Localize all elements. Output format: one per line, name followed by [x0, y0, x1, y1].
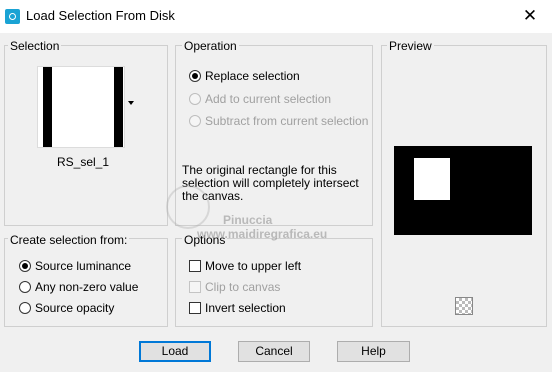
- app-icon: [5, 9, 20, 24]
- info-line-3: the canvas.: [182, 189, 244, 203]
- title-bar: Load Selection From Disk ✕: [0, 0, 552, 33]
- selection-thumbnail[interactable]: [37, 66, 125, 148]
- invert-selection-checkbox[interactable]: [189, 302, 201, 314]
- selection-thumb-left-bar: [43, 67, 52, 147]
- operation-info-text: The original rectangle for this selectio…: [182, 164, 367, 203]
- window-title: Load Selection From Disk: [26, 8, 175, 23]
- load-button[interactable]: Load: [139, 341, 211, 362]
- preview-group-label: Preview: [387, 39, 434, 53]
- replace-selection-label[interactable]: Replace selection: [205, 69, 300, 83]
- preview-selection-rect: [414, 158, 450, 200]
- selection-thumb-right-bar: [114, 67, 123, 147]
- watermark-line-2: www.maidiregrafica.eu: [197, 227, 328, 241]
- selection-name: RS_sel_1: [56, 155, 110, 169]
- source-luminance-radio[interactable]: [19, 260, 31, 272]
- clip-to-canvas-checkbox[interactable]: [189, 281, 201, 293]
- close-button[interactable]: ✕: [508, 0, 552, 33]
- any-nonzero-label[interactable]: Any non-zero value: [35, 280, 138, 294]
- operation-group-label: Operation: [182, 39, 239, 53]
- watermark: Pinuccia www.maidiregrafica.eu: [197, 213, 327, 241]
- clip-to-canvas-label[interactable]: Clip to canvas: [205, 280, 280, 294]
- add-to-selection-label[interactable]: Add to current selection: [205, 92, 331, 106]
- source-opacity-radio[interactable]: [19, 302, 31, 314]
- invert-selection-label[interactable]: Invert selection: [205, 301, 286, 315]
- add-to-selection-radio[interactable]: [189, 93, 201, 105]
- move-to-upper-left-checkbox[interactable]: [189, 260, 201, 272]
- transparency-checker-icon[interactable]: [455, 297, 473, 315]
- subtract-selection-label[interactable]: Subtract from current selection: [205, 114, 368, 128]
- any-nonzero-radio[interactable]: [19, 281, 31, 293]
- replace-selection-radio[interactable]: [189, 70, 201, 82]
- cancel-button[interactable]: Cancel: [238, 341, 310, 362]
- preview-canvas: [394, 146, 532, 235]
- subtract-selection-radio[interactable]: [189, 115, 201, 127]
- help-button[interactable]: Help: [337, 341, 410, 362]
- create-from-group-label: Create selection from:: [8, 233, 130, 247]
- selection-group-label: Selection: [8, 39, 62, 53]
- selection-dropdown-arrow-icon[interactable]: [128, 101, 134, 105]
- source-opacity-label[interactable]: Source opacity: [35, 301, 114, 315]
- watermark-line-1: Pinuccia: [223, 213, 273, 227]
- source-luminance-label[interactable]: Source luminance: [35, 259, 131, 273]
- move-to-upper-left-label[interactable]: Move to upper left: [205, 259, 301, 273]
